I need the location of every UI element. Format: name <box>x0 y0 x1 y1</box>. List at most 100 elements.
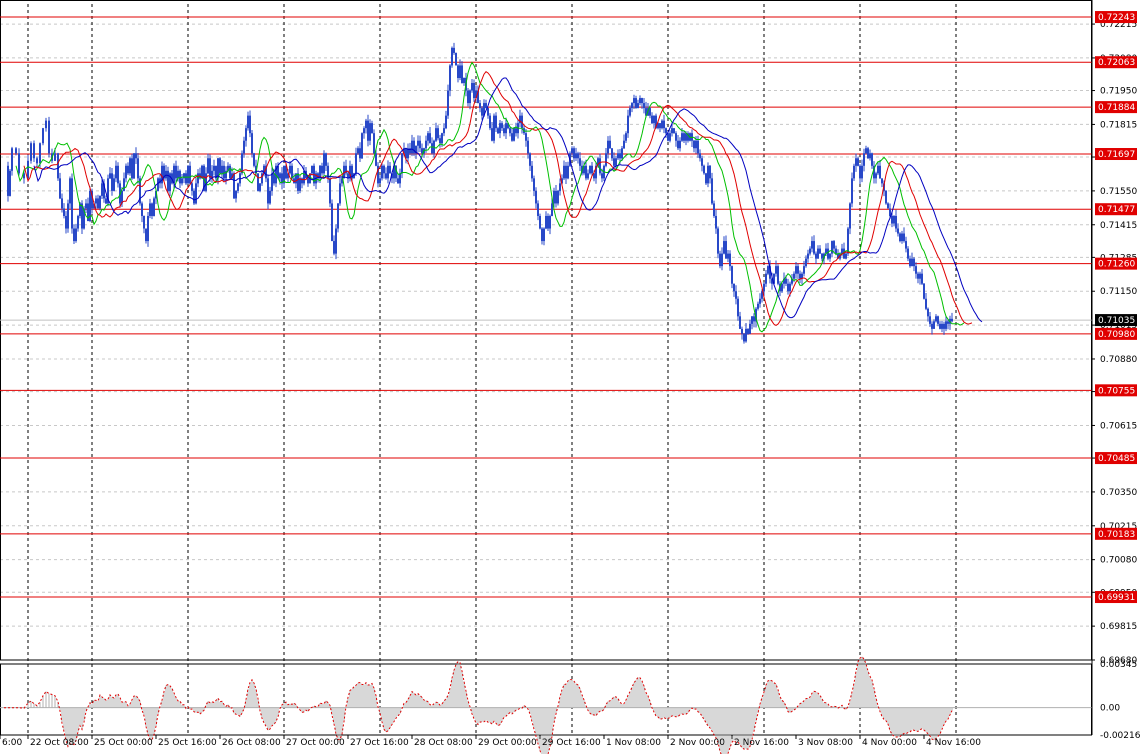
candle-body-85 <box>193 190 195 204</box>
candle-body-156 <box>335 228 337 254</box>
candle-body-448 <box>919 273 921 279</box>
candle-body-22 <box>67 203 69 229</box>
candle-body-393 <box>809 248 811 254</box>
candle-body-417 <box>857 158 859 166</box>
candle-body-228 <box>479 103 481 109</box>
candle-body-339 <box>701 158 703 166</box>
y-tick-label-14: 0.70350 <box>1100 488 1137 498</box>
chart-background <box>0 0 1140 754</box>
candle-body-111 <box>245 128 247 141</box>
x-tick-label-6: 27 Oct 16:00 <box>350 738 409 748</box>
candle-body-456 <box>935 316 937 322</box>
candle-body-81 <box>185 173 187 184</box>
candle-body-300 <box>623 140 625 149</box>
candle-body-450 <box>923 283 925 299</box>
candle-body-349 <box>721 253 723 267</box>
candle-body-422 <box>867 148 869 159</box>
candle-body-189 <box>401 153 403 174</box>
candle-body-457 <box>937 316 939 324</box>
candle-body-388 <box>799 273 801 279</box>
candle-body-379 <box>781 283 783 292</box>
candle-body-168 <box>359 148 361 159</box>
candle-body-83 <box>189 165 191 184</box>
candle-body-361 <box>745 328 747 342</box>
candle-body-198 <box>419 140 421 149</box>
candle-body-354 <box>731 266 733 284</box>
candle-body-327 <box>677 140 679 149</box>
candle-body-256 <box>535 190 537 204</box>
candle-body-67 <box>157 178 159 191</box>
candle-body-418 <box>859 165 861 179</box>
candle-body-222 <box>467 90 469 104</box>
candle-body-57 <box>137 158 139 179</box>
candle-body-18 <box>59 178 61 199</box>
candle-body-216 <box>455 52 457 66</box>
level-label-0: 0.72243 <box>1098 13 1135 23</box>
candle-body-274 <box>571 148 573 154</box>
candle-body-331 <box>685 133 687 141</box>
level-label-6: 0.70980 <box>1098 330 1135 340</box>
candle-body-24 <box>71 178 73 229</box>
candle-body-39 <box>101 183 103 196</box>
candle-body-210 <box>443 128 445 134</box>
candle-body-346 <box>715 215 717 229</box>
candle-body-416 <box>855 158 857 166</box>
candle-body-76 <box>175 165 177 179</box>
candle-body-10 <box>36 158 38 164</box>
candle-body-329 <box>681 133 683 141</box>
candle-body-9 <box>33 143 35 159</box>
level-label-5: 0.71260 <box>1098 260 1135 270</box>
candle-body-155 <box>333 241 335 254</box>
candle-body-229 <box>481 108 483 116</box>
candle-body-302 <box>627 115 629 134</box>
candle-body-440 <box>903 233 905 242</box>
candle-body-315 <box>653 115 655 124</box>
candle-body-409 <box>841 248 843 254</box>
candle-body-270 <box>563 165 565 179</box>
candle-body-259 <box>541 228 543 242</box>
candle-body-353 <box>729 253 731 267</box>
candle-body-166 <box>355 153 357 174</box>
candle-body-459 <box>941 323 943 329</box>
candle-body-326 <box>675 133 677 141</box>
candle-body-341 <box>705 173 707 184</box>
candle-body-444 <box>911 258 913 267</box>
x-tick-label-2: 25 Oct 00:00 <box>94 738 153 748</box>
candle-body-14 <box>48 120 50 154</box>
x-tick-label-15: 4 Nov 16:00 <box>926 738 981 748</box>
candle-body-342 <box>707 165 709 184</box>
candle-body-264 <box>551 203 553 216</box>
x-tick-label-13: 3 Nov 08:00 <box>798 738 853 748</box>
candle-body-11 <box>39 143 41 164</box>
candle-body-360 <box>743 333 745 342</box>
candle-body-45 <box>113 178 115 191</box>
candle-body-209 <box>441 133 443 144</box>
candle-body-224 <box>471 83 473 91</box>
candle-body-234 <box>491 128 493 141</box>
candle-body-8 <box>30 143 32 161</box>
candle-body-157 <box>337 203 339 229</box>
candle-body-257 <box>537 203 539 216</box>
candle-body-291 <box>605 153 607 166</box>
candle-body-122 <box>267 178 269 204</box>
candle-body-37 <box>97 198 99 209</box>
candle-body-114 <box>251 133 253 154</box>
candle-body-194 <box>411 140 413 154</box>
candle-body-447 <box>917 273 919 279</box>
candle-body-296 <box>615 158 617 166</box>
candle-body-387 <box>797 266 799 274</box>
candle-body-25 <box>73 228 75 242</box>
candle-body-255 <box>533 178 535 191</box>
candle-body-282 <box>587 173 589 179</box>
candle-body-125 <box>273 173 275 184</box>
candle-body-204 <box>431 143 433 154</box>
candle-body-220 <box>463 78 465 84</box>
candle-body-356 <box>735 291 737 299</box>
y-tick-label-6: 0.71415 <box>1100 221 1137 231</box>
y-tick-label-16: 0.70080 <box>1100 556 1137 566</box>
candle-body-415 <box>853 165 855 179</box>
candle-body-386 <box>795 266 797 274</box>
x-tick-label-4: 26 Oct 08:00 <box>222 738 281 748</box>
candle-body-314 <box>651 115 653 124</box>
candle-body-134 <box>291 165 293 179</box>
